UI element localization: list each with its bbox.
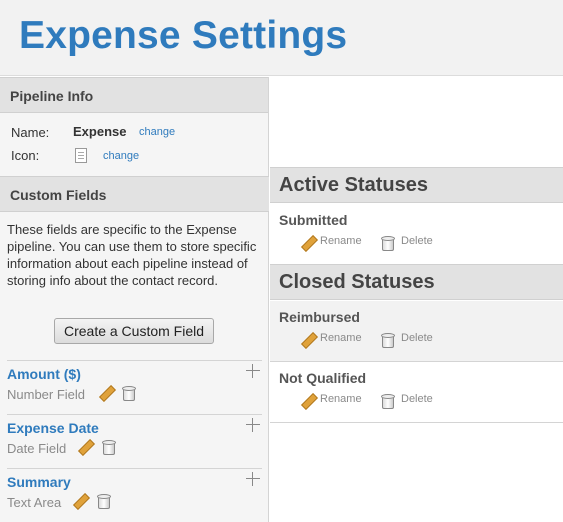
document-icon [75, 148, 87, 163]
pencil-icon[interactable] [301, 236, 316, 251]
trash-icon[interactable] [122, 386, 136, 401]
trash-icon[interactable] [97, 494, 111, 509]
status-name: Not Qualified [279, 370, 367, 386]
name-change-link[interactable]: change [139, 126, 175, 138]
trash-icon[interactable] [381, 333, 395, 348]
trash-icon[interactable] [102, 440, 116, 455]
custom-field-item[interactable]: Amount ($) Number Field [7, 360, 262, 414]
name-label: Name: [11, 125, 50, 140]
name-value: Expense [73, 124, 127, 139]
pencil-icon[interactable] [73, 494, 88, 509]
delete-link[interactable]: Delete [401, 235, 433, 247]
status-name: Reimbursed [279, 309, 360, 325]
delete-link[interactable]: Delete [401, 332, 433, 344]
create-custom-field-button[interactable]: Create a Custom Field [54, 318, 214, 344]
field-name[interactable]: Summary [7, 474, 71, 490]
delete-link[interactable]: Delete [401, 393, 433, 405]
pencil-icon[interactable] [78, 440, 93, 455]
name-row: Name: Expense change [0, 124, 269, 145]
move-icon[interactable] [246, 418, 260, 432]
pencil-icon[interactable] [99, 386, 114, 401]
status-item: Submitted Rename Delete [270, 204, 563, 265]
custom-field-item[interactable]: Expense Date Date Field [7, 414, 262, 468]
move-icon[interactable] [246, 472, 260, 486]
status-name: Submitted [279, 212, 348, 228]
icon-change-link[interactable]: change [103, 150, 139, 162]
pencil-icon[interactable] [301, 394, 316, 409]
trash-icon[interactable] [381, 236, 395, 251]
page-title: Expense Settings [19, 14, 348, 57]
closed-statuses-heading: Closed Statuses [270, 264, 563, 300]
active-statuses-heading: Active Statuses [270, 167, 563, 203]
move-icon[interactable] [246, 364, 260, 378]
status-item: Reimbursed Rename Delete [270, 301, 563, 362]
field-type: Text Area [7, 495, 62, 510]
pencil-icon[interactable] [301, 333, 316, 348]
field-name[interactable]: Amount ($) [7, 366, 81, 382]
rename-link[interactable]: Rename [320, 332, 362, 344]
rename-link[interactable]: Rename [320, 235, 362, 247]
custom-fields-heading: Custom Fields [0, 176, 269, 212]
icon-label: Icon: [11, 148, 40, 163]
left-panel: Pipeline Info Name: Expense change Icon:… [0, 77, 269, 522]
right-panel: Active Statuses Submitted Rename Delete … [270, 77, 563, 522]
trash-icon[interactable] [381, 394, 395, 409]
page-header: Expense Settings [0, 0, 563, 76]
status-item: Not Qualified Rename Delete [270, 362, 563, 423]
custom-fields-description: These fields are specific to the Expense… [7, 222, 257, 288]
field-name[interactable]: Expense Date [7, 420, 99, 436]
field-type: Number Field [7, 387, 86, 402]
field-type: Date Field [7, 441, 67, 456]
pipeline-info-heading: Pipeline Info [0, 77, 268, 113]
rename-link[interactable]: Rename [320, 393, 362, 405]
custom-field-item[interactable]: Summary Text Area [7, 468, 262, 522]
icon-row: Icon: change [0, 148, 269, 168]
